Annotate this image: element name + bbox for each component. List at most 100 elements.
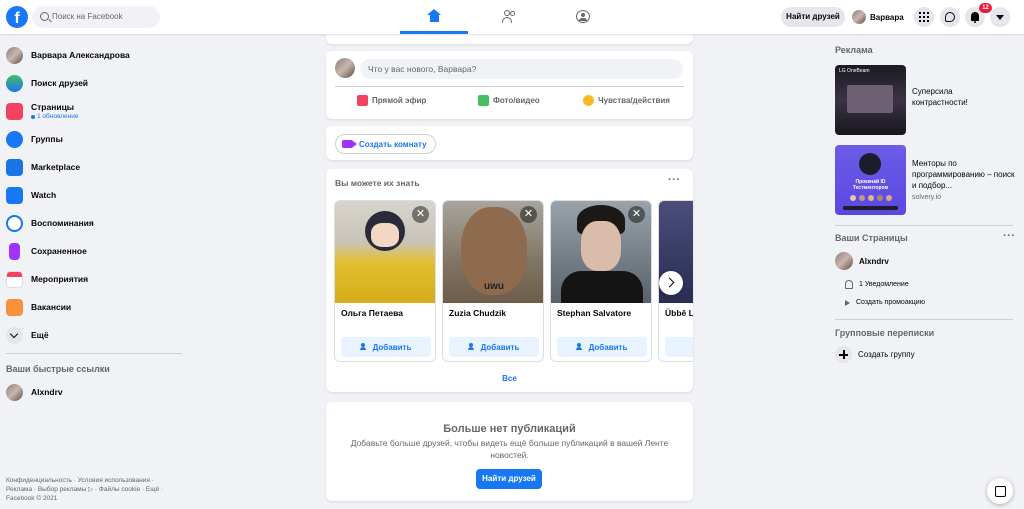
tab-home[interactable] — [400, 0, 468, 34]
friends-icon — [6, 74, 23, 92]
sidebar-item-saved[interactable]: Сохраненное — [6, 239, 186, 263]
briefcase-icon — [6, 298, 23, 316]
person-card[interactable]: ✕ Stephan Salvatore Добавить — [550, 200, 652, 362]
create-group-button[interactable]: Создать группу — [835, 346, 915, 363]
see-all-link[interactable]: Все — [326, 374, 693, 383]
sidebar-item-groups[interactable]: Группы — [6, 127, 186, 151]
composer-input[interactable]: Что у вас нового, Варвара? — [360, 59, 683, 79]
tab-friends[interactable] — [475, 0, 543, 34]
no-more-posts-card: Больше нет публикаций Добавьте больше др… — [326, 402, 693, 501]
sidebar-item-pages[interactable]: Страницы 1 обновление — [6, 99, 186, 123]
add-friend-button[interactable] — [665, 337, 693, 357]
next-arrow-button[interactable] — [659, 271, 683, 295]
megaphone-icon — [845, 299, 850, 306]
people-you-may-know: Вы можете их знать ··· ✕ Ольга Петаева Д… — [326, 169, 693, 392]
close-icon[interactable]: ✕ — [412, 206, 429, 223]
facebook-logo[interactable]: f — [6, 6, 28, 28]
sidebar-item-label: Marketplace — [31, 162, 81, 172]
photo-video-button[interactable]: Фото/видео — [478, 95, 540, 106]
divider — [835, 225, 1013, 226]
ad-image[interactable]: LG OneBeam — [835, 65, 906, 135]
feeling-button[interactable]: Чувства/действия — [583, 95, 670, 106]
person-card[interactable]: ✕ Ольга Петаева Добавить — [334, 200, 436, 362]
live-video-button[interactable]: Прямой эфир — [357, 95, 426, 106]
person-name[interactable]: Übbê L — [665, 308, 693, 318]
ad-image[interactable]: Прокачай ID Тестментором — [835, 145, 906, 215]
more-options-icon[interactable]: ··· — [1003, 230, 1016, 242]
messenger-button[interactable] — [940, 7, 960, 27]
groups-icon — [6, 130, 23, 148]
add-friend-button[interactable]: Добавить — [341, 337, 431, 357]
more-options-icon[interactable]: ··· — [668, 174, 681, 186]
close-icon[interactable]: ✕ — [628, 206, 645, 223]
sidebar-item-find-friends[interactable]: Поиск друзей — [6, 71, 186, 95]
sidebar-item-marketplace[interactable]: Marketplace — [6, 155, 186, 179]
add-friend-button[interactable]: Добавить — [557, 337, 647, 357]
find-friends-button[interactable]: Найти друзей — [476, 469, 542, 489]
ad-title[interactable]: Менторы по программированию – поиск и по… — [912, 158, 1017, 191]
rooms-card: Создать комнату — [326, 126, 693, 160]
find-friends-button[interactable]: Найти друзей — [781, 7, 845, 27]
create-promotion[interactable]: Создать промоакцию — [845, 299, 925, 306]
plus-icon — [835, 346, 852, 363]
footer-line[interactable]: Конфиденциальность · Условия использован… — [6, 476, 176, 485]
pages-update-note: 1 обновление — [31, 113, 79, 120]
footer-line[interactable]: Реклама · Выбор рекламы ▷ · Файлы cookie… — [6, 485, 176, 494]
sidebar-item-profile[interactable]: Варвара Александрова — [6, 43, 186, 67]
sidebar-item-memories[interactable]: Воспоминания — [6, 211, 186, 235]
sidebar-item-events[interactable]: Мероприятия — [6, 267, 186, 291]
person-name[interactable]: Zuzia Chudzik — [449, 308, 506, 318]
ad-title[interactable]: Суперсила контрастности! — [912, 86, 1007, 108]
scrollbar[interactable] — [1017, 34, 1024, 509]
create-room-label: Создать комнату — [359, 139, 427, 149]
pymk-title: Вы можете их знать — [335, 178, 420, 188]
grid-menu-icon — [919, 12, 929, 22]
photo-video-label: Фото/видео — [493, 96, 540, 105]
sidebar-item-label: Сохраненное — [31, 246, 87, 256]
shortcut-item[interactable]: Alxndrv — [6, 380, 186, 404]
add-friend-button[interactable]: Добавить — [449, 337, 539, 357]
sidebar-item-label: Вакансии — [31, 302, 72, 312]
sidebar-item-more[interactable]: Ещё — [6, 323, 186, 347]
calendar-icon — [6, 270, 23, 288]
tab-groups[interactable] — [549, 0, 617, 34]
sidebar-item-watch[interactable]: Watch — [6, 183, 186, 207]
profile-shortcut[interactable]: Варвара — [849, 7, 910, 27]
avatar — [852, 10, 866, 24]
new-message-button[interactable] — [987, 478, 1013, 504]
add-person-icon — [575, 343, 585, 351]
avatar — [6, 46, 23, 64]
no-more-title: Больше нет публикаций — [443, 423, 576, 435]
search-input[interactable]: Поиск на Facebook — [52, 12, 123, 21]
person-name[interactable]: Ольга Петаева — [341, 308, 403, 318]
sidebar-item-jobs[interactable]: Вакансии — [6, 295, 186, 319]
create-room-button[interactable]: Создать комнату — [335, 134, 436, 154]
profile-name: Варвара — [870, 12, 904, 22]
account-button[interactable] — [990, 7, 1010, 27]
top-navbar: f Поиск на Facebook Найти друзей Варвара… — [0, 0, 1024, 34]
person-card[interactable]: uwu ✕ Zuzia Chudzik Добавить — [442, 200, 544, 362]
groups-icon — [576, 10, 590, 23]
friends-icon — [502, 10, 516, 23]
sidebar-item-label: Группы — [31, 134, 63, 144]
page-notifications[interactable]: 1 Уведомление — [845, 280, 909, 289]
person-name[interactable]: Stephan Salvatore — [557, 308, 631, 318]
search-bar[interactable]: Поиск на Facebook — [32, 6, 160, 28]
live-video-label: Прямой эфир — [372, 96, 427, 105]
close-icon[interactable]: ✕ — [520, 206, 537, 223]
photo-icon — [478, 95, 489, 106]
sidebar-item-label: Мероприятия — [31, 274, 89, 284]
flag-icon — [6, 102, 23, 120]
page-item[interactable]: Alxndrv — [835, 252, 889, 270]
smiley-icon — [583, 95, 594, 106]
messenger-icon — [945, 12, 955, 22]
footer-links: Конфиденциальность · Условия использован… — [6, 476, 176, 503]
shortcut-label: Alxndrv — [31, 387, 63, 397]
sidebar-item-label: Поиск друзей — [31, 78, 89, 88]
menu-button[interactable] — [914, 7, 934, 27]
bell-icon — [845, 280, 853, 289]
notification-badge: 12 — [979, 3, 992, 13]
create-promo-label: Создать промоакцию — [856, 299, 925, 306]
no-more-text: Добавьте больше друзей, чтобы видеть ещё… — [350, 438, 669, 460]
ad-domain: solvery.io — [912, 194, 942, 201]
